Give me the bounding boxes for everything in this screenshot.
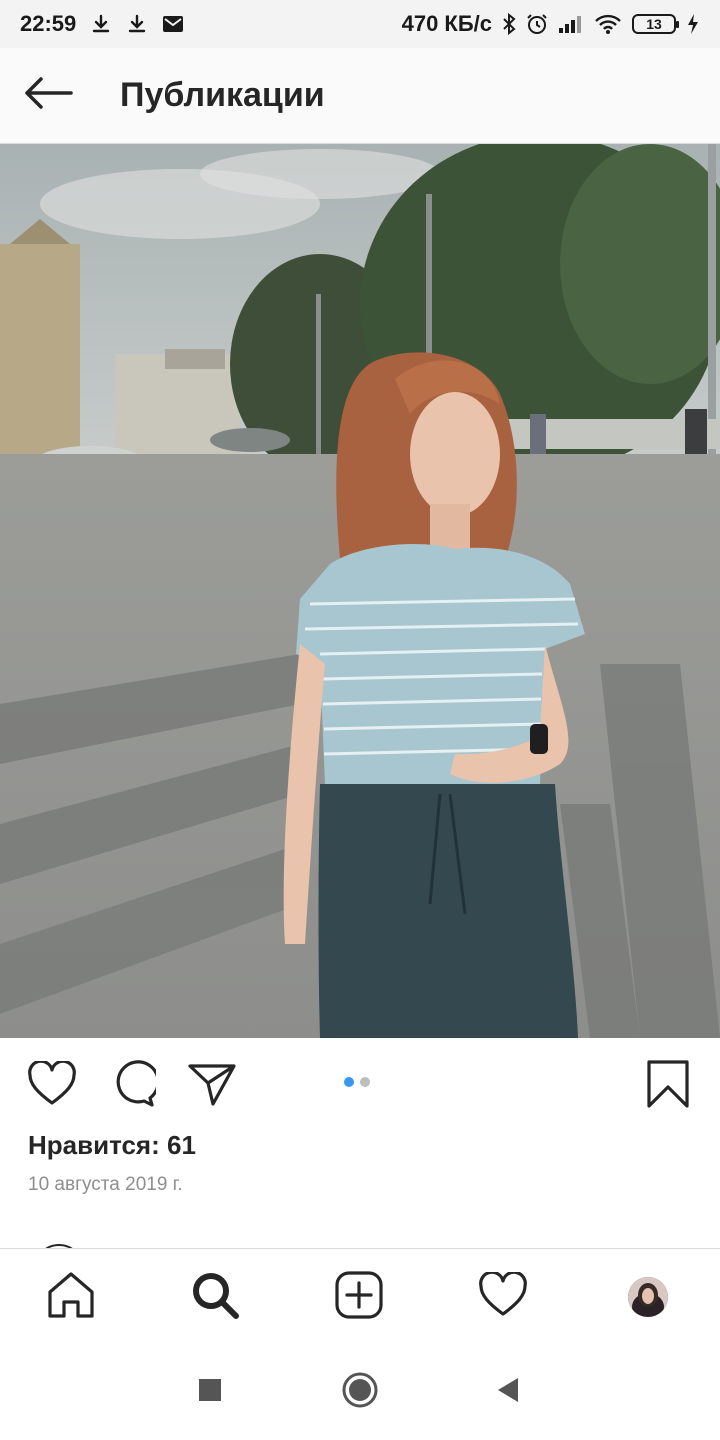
woman-on-street-photo (0, 144, 720, 1038)
search-icon (190, 1270, 240, 1325)
nav-activity[interactable] (473, 1267, 533, 1327)
nav-profile[interactable] (618, 1267, 678, 1327)
like-button[interactable] (24, 1058, 80, 1114)
charging-icon (686, 13, 700, 35)
alarm-icon (526, 13, 548, 35)
gmail-icon (162, 14, 184, 34)
download-icon (90, 13, 112, 35)
system-nav-bar (0, 1344, 720, 1440)
back-button[interactable] (0, 48, 96, 144)
download-icon (126, 13, 148, 35)
back-arrow-icon (23, 76, 73, 115)
comment-icon (108, 1059, 160, 1113)
nav-search[interactable] (185, 1267, 245, 1327)
comment-button[interactable] (104, 1058, 160, 1114)
status-time: 22:59 (20, 11, 77, 36)
carousel-dot (360, 1077, 370, 1087)
system-home-button[interactable] (338, 1370, 382, 1414)
save-button[interactable] (640, 1058, 696, 1114)
post-date: 10 августа 2019 г. (28, 1174, 183, 1195)
carousel-indicator (344, 1077, 370, 1087)
heart-icon (27, 1059, 77, 1112)
status-bar: 22:59 470 КБ/с 13 (0, 0, 720, 48)
activity-heart-icon (478, 1270, 528, 1323)
nav-home[interactable] (41, 1267, 101, 1327)
network-speed: 470 КБ/с (401, 11, 492, 36)
bluetooth-icon (502, 13, 516, 35)
nav-new-post[interactable] (329, 1267, 389, 1327)
add-post-icon (334, 1270, 384, 1325)
carousel-dot-active (344, 1077, 354, 1087)
bottom-nav (0, 1248, 720, 1344)
profile-avatar (628, 1277, 668, 1317)
post-photo[interactable] (0, 144, 720, 1038)
signal-icon (558, 14, 584, 34)
home-icon (46, 1270, 96, 1325)
post-actions (0, 1038, 720, 1130)
recents-button[interactable] (188, 1370, 232, 1414)
home-circle-icon (341, 1371, 379, 1414)
system-back-button[interactable] (486, 1370, 530, 1414)
bookmark-icon (646, 1059, 690, 1114)
screen: 22:59 470 КБ/с 13 Публикации Нравится: 6… (0, 0, 720, 1440)
share-button[interactable] (184, 1058, 240, 1114)
app-header: Публикации (0, 48, 720, 144)
likes-count[interactable]: Нравится: 61 (28, 1130, 196, 1161)
back-triangle-icon (494, 1375, 522, 1410)
battery-icon: 13 (632, 14, 679, 34)
share-icon (187, 1061, 237, 1112)
recents-square-icon (197, 1377, 223, 1408)
page-title: Публикации (120, 76, 325, 114)
wifi-icon (594, 13, 622, 35)
battery-level: 13 (646, 16, 662, 32)
